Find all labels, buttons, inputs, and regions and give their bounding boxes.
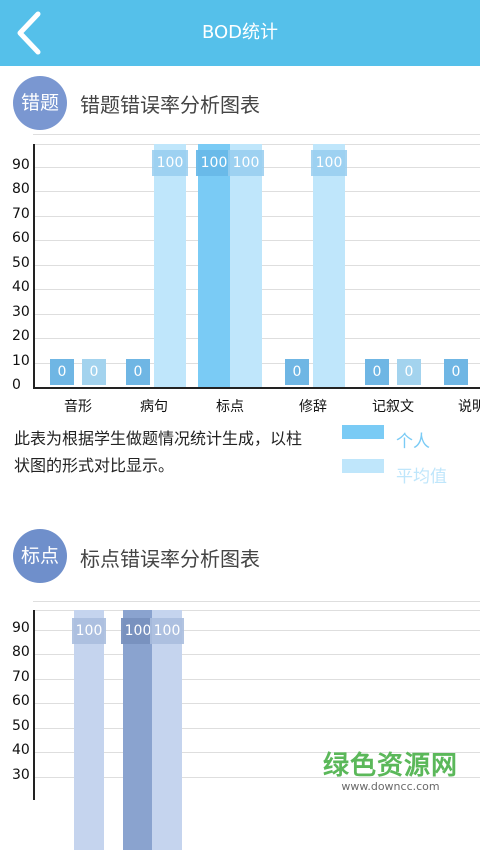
- x-tick-label: 标点: [216, 399, 244, 415]
- y-tick-label: 60: [12, 230, 30, 246]
- x-tick-label: 说明: [458, 399, 480, 415]
- y-tick-label: 40: [12, 742, 30, 758]
- y-tick-label: 80: [12, 644, 30, 660]
- section-badge-punctuation: 标点: [13, 529, 67, 583]
- y-tick-label: 90: [12, 619, 30, 636]
- value-label: 100: [228, 150, 264, 176]
- value-label: 100: [152, 150, 188, 176]
- y-tick-label: 0: [12, 377, 21, 393]
- y-tick-label: 70: [12, 668, 30, 685]
- y-axis: [33, 144, 35, 389]
- legend-swatch-average: [342, 459, 384, 473]
- y-tick-label: 30: [12, 766, 30, 783]
- value-label: 100: [311, 150, 347, 176]
- y-tick-label: 50: [12, 717, 30, 734]
- value-label: 0: [365, 359, 389, 385]
- value-label: 0: [82, 359, 106, 385]
- watermark-url: www.downcc.com: [341, 780, 440, 793]
- legend-label-average: 平均值: [396, 467, 447, 487]
- y-tick-label: 70: [12, 205, 30, 222]
- value-label: 0: [397, 359, 421, 385]
- y-tick-label: 10: [12, 352, 30, 369]
- x-tick-label: 记叙文: [372, 399, 414, 415]
- value-label: 100: [150, 618, 184, 644]
- app-header: BOD统计: [0, 0, 480, 66]
- bar-average: [74, 610, 104, 850]
- value-label: 0: [285, 359, 309, 385]
- x-axis: [33, 387, 480, 389]
- gridline: [33, 134, 480, 135]
- y-tick-label: 90: [12, 156, 30, 173]
- y-tick-label: 20: [12, 328, 30, 344]
- y-tick-label: 40: [12, 279, 30, 295]
- bar-personal: [198, 144, 230, 387]
- value-label: 0: [50, 359, 74, 385]
- bar-average: [230, 144, 262, 387]
- legend-swatch-personal: [342, 425, 384, 439]
- legend-label-personal: 个人: [396, 432, 430, 452]
- section-title-errors: 错题错误率分析图表: [80, 93, 260, 117]
- value-label: 0: [126, 359, 150, 385]
- watermark: 绿色资源网 www.downcc.com: [323, 745, 458, 793]
- y-tick-label: 30: [12, 303, 30, 320]
- bar-average: [154, 144, 186, 387]
- y-axis: [33, 610, 35, 800]
- gridline: [33, 601, 480, 602]
- bar-average: [313, 144, 345, 387]
- value-label: 0: [444, 359, 468, 385]
- x-tick-label: 修辞: [299, 399, 327, 415]
- chart-description: 此表为根据学生做题情况统计生成，以柱状图的形式对比显示。: [14, 429, 303, 475]
- bar-personal: [123, 610, 153, 850]
- bar-average: [152, 610, 182, 850]
- section-title-punctuation: 标点错误率分析图表: [80, 547, 260, 571]
- page-title: BOD统计: [201, 22, 279, 43]
- y-tick-label: 80: [12, 181, 30, 197]
- y-tick-label: 50: [12, 254, 30, 271]
- value-label: 100: [196, 150, 232, 176]
- value-label: 100: [72, 618, 106, 644]
- section-badge-errors: 错题: [13, 76, 67, 130]
- x-tick-label: 病句: [140, 399, 168, 415]
- watermark-text: 绿色资源网: [322, 751, 458, 781]
- y-tick-label: 60: [12, 693, 30, 709]
- x-tick-label: 音形: [64, 399, 92, 415]
